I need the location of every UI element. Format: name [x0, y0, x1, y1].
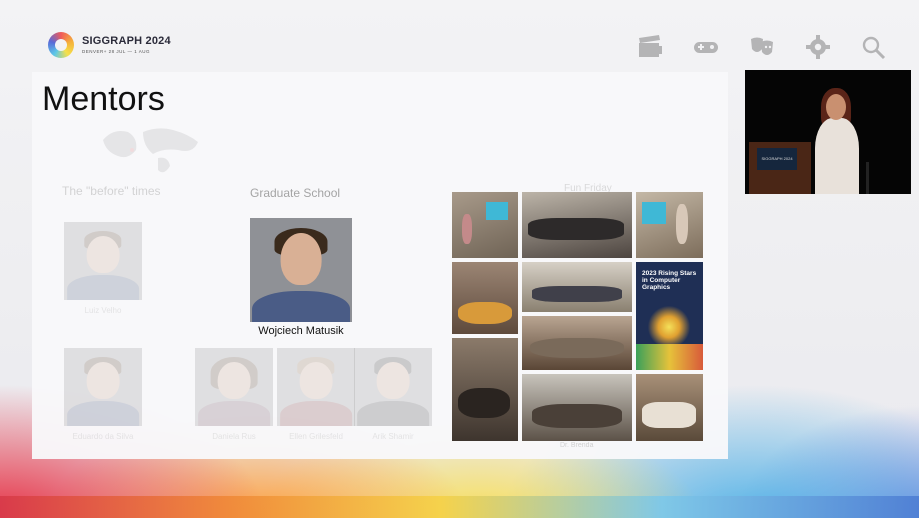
collage-photo: [452, 192, 518, 258]
top-bar: SIGGRAPH 2024 DENVER+ 28 JUL — 1 AUG: [0, 0, 919, 70]
bottom-color-band: [0, 496, 919, 518]
gear-icon[interactable]: [801, 32, 835, 62]
siggraph-logo[interactable]: SIGGRAPH 2024 DENVER+ 28 JUL — 1 AUG: [48, 32, 171, 58]
poster-title: 2023 Rising Stars in Computer Graphics: [642, 270, 697, 292]
rising-stars-poster: 2023 Rising Stars in Computer Graphics: [636, 262, 703, 370]
speaker-video[interactable]: SIGGRAPH 2024: [745, 70, 911, 194]
mentor-name: Daniela Rus: [212, 432, 256, 441]
section-heading-grad: Graduate School: [250, 186, 341, 200]
collage-photo: [452, 338, 518, 441]
logo-text: SIGGRAPH 2024 DENVER+ 28 JUL — 1 AUG: [82, 34, 171, 55]
world-map-graphic: [103, 128, 198, 173]
gamepad-icon[interactable]: [689, 32, 723, 62]
featured-mentor-card: Wojciech Matusik: [250, 218, 352, 337]
mentor-photo: [64, 222, 142, 300]
logo-title: SIGGRAPH 2024: [82, 34, 171, 47]
clapperboard-icon[interactable]: [633, 32, 667, 62]
collage-photo: [636, 374, 703, 441]
logo-subtitle: DENVER+ 28 JUL — 1 AUG: [82, 48, 150, 54]
collage-caption: Dr. Brenda: [560, 442, 594, 449]
mentor-name: Eduardo da Silva: [72, 432, 134, 441]
collage-photo: [522, 192, 632, 258]
mentor-card: Eduardo da Silva: [64, 348, 142, 441]
mentor-photo: [277, 348, 355, 426]
mentor-name: Luiz Velho: [84, 306, 122, 315]
microphone-stand: [866, 162, 869, 194]
collage-photo: [452, 262, 518, 334]
podium-sign: SIGGRAPH 2024: [757, 148, 797, 170]
mentor-card: Luiz Velho: [64, 222, 142, 315]
mentor-name: Arik Shamir: [372, 432, 414, 441]
collage-photo: [522, 316, 632, 370]
mentor-photo: [195, 348, 273, 426]
speaker: [815, 118, 859, 194]
mentor-photo: [64, 348, 142, 426]
mentor-card: Ellen Grilesfeld: [277, 348, 355, 441]
featured-mentor-photo: [250, 218, 352, 322]
collage-photo: [522, 374, 632, 441]
photo-collage: 2023 Rising Stars in Computer Graphics: [452, 192, 703, 441]
mentor-card: Daniela Rus: [195, 348, 273, 441]
mentor-card: Arik Shamir: [354, 348, 432, 441]
search-icon[interactable]: [857, 32, 891, 62]
speaker-head: [826, 94, 846, 120]
mentor-photo: [354, 348, 432, 426]
featured-mentor-name: Wojciech Matusik: [258, 325, 344, 337]
podium-sign-text: SIGGRAPH 2024: [761, 155, 793, 161]
siggraph-logo-icon: [48, 32, 74, 58]
section-heading-before: The "before" times: [62, 184, 161, 198]
collage-photo: [636, 192, 703, 258]
collage-photo: [522, 262, 632, 312]
nav-icons: [633, 32, 891, 62]
presentation-slide: Mentors The "before" times Graduate Scho…: [32, 72, 728, 459]
mentor-name: Ellen Grilesfeld: [289, 432, 343, 441]
slide-title: Mentors: [42, 80, 165, 118]
masks-icon[interactable]: [745, 32, 779, 62]
podium: SIGGRAPH 2024: [749, 142, 811, 194]
